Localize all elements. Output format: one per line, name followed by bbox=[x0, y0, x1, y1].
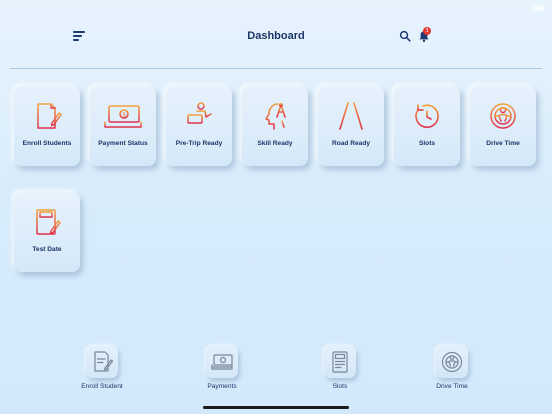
page-title: Dashboard bbox=[247, 30, 305, 42]
pretrip-icon bbox=[187, 102, 212, 130]
svg-text:$: $ bbox=[122, 111, 126, 118]
bottom-nav-slots[interactable]: Slots bbox=[305, 344, 375, 394]
slots-icon bbox=[415, 104, 439, 128]
bottom-nav-label: Payments bbox=[207, 383, 237, 390]
bottom-nav-drive-time[interactable]: Drive Time bbox=[417, 344, 487, 394]
tile-pre-trip-ready[interactable]: Pre-Trip Ready bbox=[166, 86, 232, 166]
steering-wheel-icon bbox=[490, 103, 516, 129]
bottom-nav-label: Enroll Student bbox=[81, 383, 123, 390]
test-date-icon bbox=[36, 209, 61, 235]
tile-label: Test Date bbox=[32, 246, 62, 253]
search-icon[interactable] bbox=[399, 30, 411, 42]
home-indicator[interactable] bbox=[203, 406, 349, 409]
notification-badge: 3 bbox=[423, 27, 431, 35]
tile-skill-ready[interactable]: Skill Ready bbox=[242, 86, 308, 166]
tile-label: Pre-Trip Ready bbox=[175, 140, 223, 147]
bottom-nav-label: Drive Time bbox=[436, 383, 468, 390]
header: Dashboard 3 bbox=[0, 26, 552, 48]
tile-label: Road Ready bbox=[331, 140, 371, 147]
tile-label: Enroll Students bbox=[22, 140, 72, 147]
bottom-nav-icon-box bbox=[324, 346, 356, 378]
bottom-nav-icon-box bbox=[86, 346, 118, 378]
tile-enroll-students[interactable]: Enroll Students bbox=[14, 86, 80, 166]
tile-road-ready[interactable]: Road Ready bbox=[318, 86, 384, 166]
slots-icon bbox=[332, 351, 348, 373]
tile-label: Payment Status bbox=[98, 140, 148, 147]
steering-wheel-icon bbox=[441, 351, 463, 373]
bottom-nav-icon-box bbox=[436, 346, 468, 378]
tile-label: Slots bbox=[418, 140, 436, 147]
bottom-nav-icon-box bbox=[206, 346, 238, 378]
status-indicators bbox=[532, 3, 544, 12]
tile-drive-time[interactable]: Drive Time bbox=[470, 86, 536, 166]
status-bar bbox=[0, 0, 552, 12]
tile-label: Drive Time bbox=[486, 140, 520, 147]
road-icon bbox=[339, 102, 363, 130]
skill-icon bbox=[265, 103, 286, 130]
bottom-nav-label: Slots bbox=[332, 383, 348, 390]
tile-label: Skill Ready bbox=[257, 140, 293, 147]
enroll-icon bbox=[94, 351, 114, 372]
payment-icon: $ bbox=[104, 105, 142, 128]
tile-slots[interactable]: Slots bbox=[394, 86, 460, 166]
header-divider bbox=[10, 68, 542, 69]
payment-icon bbox=[211, 354, 233, 370]
tile-test-date[interactable]: Test Date bbox=[14, 192, 80, 272]
tile-payment-status[interactable]: $ Payment Status bbox=[90, 86, 156, 166]
battery-icon bbox=[532, 4, 544, 11]
enroll-icon bbox=[37, 103, 62, 129]
bottom-nav-enroll-student[interactable]: Enroll Student bbox=[67, 344, 137, 394]
bottom-nav-payments[interactable]: Payments bbox=[187, 344, 257, 394]
